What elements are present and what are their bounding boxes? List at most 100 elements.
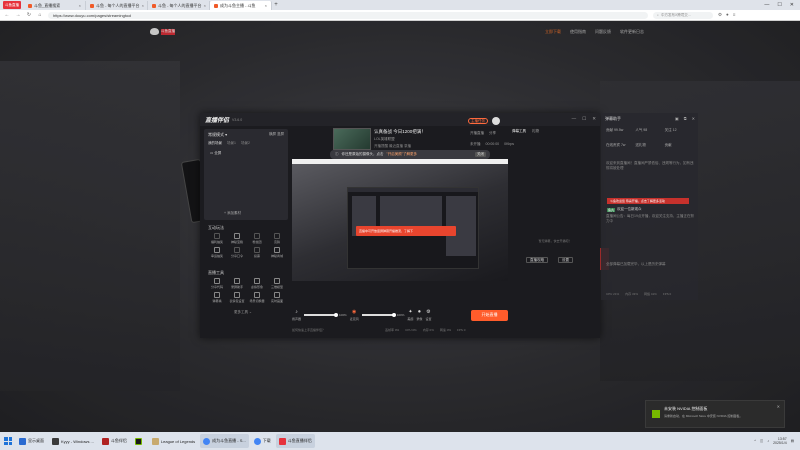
mic-slider-knob[interactable] xyxy=(391,312,396,317)
tab-gifts[interactable]: 礼物 xyxy=(532,129,539,134)
beauty-button[interactable]: ✦ 美颜 xyxy=(407,309,413,321)
chevron-up-icon[interactable]: ^ xyxy=(754,439,756,443)
mic-control[interactable]: ◉ 麦克风 xyxy=(350,309,359,321)
app-icon xyxy=(134,437,142,445)
minimize-icon[interactable]: — xyxy=(764,2,769,8)
browser-tab-3[interactable]: 斗鱼 - 每个人的直播平台 × xyxy=(148,1,210,10)
close-icon[interactable]: ✕ xyxy=(790,2,794,8)
link-icon[interactable]: ⧉ xyxy=(684,116,687,121)
app-maximize-icon[interactable]: ☐ xyxy=(582,116,586,122)
taskbar-item-app[interactable] xyxy=(132,434,147,448)
interaction-share-code[interactable]: 分享口令 xyxy=(227,247,247,258)
taskbar-item-downloads[interactable]: 下载 xyxy=(251,434,274,448)
tab-danmaku[interactable]: 弹幕工具 xyxy=(512,129,526,134)
tool-emoji[interactable]: 表情包设置 xyxy=(227,292,247,303)
preview-canvas[interactable]: 直播中可开放竖屏弹幕开播推流，了解下 xyxy=(292,159,508,281)
warning-link[interactable]: "开启美颜"了解更多 xyxy=(387,152,418,157)
danmaku-settings-button[interactable]: 设置 xyxy=(558,257,573,263)
tool-share-code[interactable]: 分享代码 xyxy=(207,278,227,289)
interaction-box[interactable]: 神秘宝箱 xyxy=(227,233,247,244)
stat-share[interactable]: 分享 xyxy=(489,131,496,136)
interaction-fans[interactable]: 粉丝团 xyxy=(247,233,267,244)
chrome-icon xyxy=(253,437,261,445)
help-link[interactable]: 如何快速上手直播伴侣？ xyxy=(292,328,325,332)
menu-icon[interactable]: ≡ xyxy=(733,12,736,18)
close-icon[interactable]: ✕ xyxy=(777,404,780,409)
orientation-toggle[interactable]: 横屏 竖屏 xyxy=(269,132,284,137)
taskbar-item-explorer[interactable]: Kyyy - Windows ... xyxy=(49,434,97,448)
forward-icon[interactable]: → xyxy=(15,12,21,18)
room-category[interactable]: LOL英雄联盟 xyxy=(374,137,395,142)
nvidia-notification[interactable]: 未安装 NVIDIA 控制面板 请重新启动，在 Microsoft Store … xyxy=(645,400,785,428)
taskbar-item-lol[interactable]: League of Legends xyxy=(149,434,198,448)
app-close-icon[interactable]: ✕ xyxy=(592,116,596,122)
warning-close-button[interactable]: 关闭 xyxy=(475,152,486,157)
room-cover[interactable] xyxy=(333,128,371,150)
maximize-icon[interactable]: ☐ xyxy=(777,2,781,8)
clock[interactable]: 13:57 2025/1/4 xyxy=(773,437,787,446)
tool-scene-switch[interactable]: 场景切换器 xyxy=(247,292,267,303)
settings-button[interactable]: ⚙ 设置 xyxy=(425,309,431,321)
stat-open[interactable]: 开播直播 xyxy=(470,131,484,136)
mic-slider[interactable] xyxy=(361,312,396,317)
browser-tab-2[interactable]: 斗鱼 - 每个人的直播平台 × xyxy=(86,1,148,10)
close-tab-icon[interactable]: × xyxy=(204,3,206,8)
browser-tab-4[interactable]: 成为斗鱼主播 - 斗鱼 × xyxy=(210,1,272,10)
interaction-mall[interactable]: 神秘商城 xyxy=(267,247,287,258)
close-icon[interactable]: ✕ xyxy=(692,116,695,121)
room-title[interactable]: 认真备战 今日1200把满！ xyxy=(374,129,426,135)
interaction-guess[interactable]: 竞猜 xyxy=(267,233,287,244)
network-icon[interactable]: ◫ xyxy=(760,439,763,443)
new-tab-icon[interactable]: + xyxy=(272,2,280,8)
profile-icon[interactable]: ● xyxy=(726,12,729,18)
tool-live-view[interactable]: 实时画面 xyxy=(267,292,287,303)
taskbar-item-desktop[interactable]: 显示桌面 xyxy=(16,434,47,448)
wall-icon xyxy=(214,292,220,298)
interaction-lucky[interactable]: 幸运抽奖 xyxy=(207,247,227,258)
extensions-icon[interactable]: ⚙ xyxy=(718,12,722,18)
tool-recorder[interactable]: 录屏助手 xyxy=(227,278,247,289)
taskbar-item-douyu-tool[interactable]: 斗鱼伴侣 xyxy=(99,434,130,448)
close-tab-icon[interactable]: × xyxy=(142,3,144,8)
start-stream-button[interactable]: 开始直播 xyxy=(471,309,508,321)
browser-tab-1[interactable]: 斗鱼_直播搜索 × xyxy=(24,1,86,10)
speaker-slider[interactable] xyxy=(304,312,339,317)
tool-danmaku-wall[interactable]: 弹幕墙 xyxy=(207,292,227,303)
home-icon[interactable]: ⌂ xyxy=(37,12,43,18)
url-field[interactable]: https://www.douyu.com/pages/streamingtoo… xyxy=(48,11,648,19)
reload-icon[interactable]: ↻ xyxy=(26,12,32,18)
more-tools-button[interactable]: 更多工具 ⌄ xyxy=(234,310,252,315)
speaker-slider-knob[interactable] xyxy=(334,312,339,317)
record-button[interactable]: ⏺ 录像 xyxy=(416,309,422,321)
taskbar-item-douyu-companion[interactable]: 斗鱼直播伴侣 xyxy=(275,434,315,448)
speaker-control[interactable]: ♪ 扬声器 xyxy=(292,309,301,321)
scene-mode-select[interactable]: 常规模式 ▾ xyxy=(208,132,227,138)
close-tab-icon[interactable]: × xyxy=(79,3,81,8)
interaction-lottery[interactable]: 福利抽奖 xyxy=(207,233,227,244)
task-button[interactable]: 主播任务 xyxy=(468,118,488,124)
tab-scene-2[interactable]: 场景2 xyxy=(241,141,250,146)
tab-scene-1[interactable]: 场景1 xyxy=(227,141,236,146)
add-source-button[interactable]: + 添加素材 xyxy=(224,211,241,216)
volume-icon[interactable]: ♪ xyxy=(767,439,769,443)
source-item[interactable]: ▭ 全屏 xyxy=(210,151,221,156)
stat-vip: 在线贵宾 7w xyxy=(606,143,626,147)
back-icon[interactable]: ← xyxy=(4,12,10,18)
notification-icon[interactable]: ▤ xyxy=(791,439,794,443)
tool-avatar[interactable]: 虚拟形象 xyxy=(247,278,267,289)
settings-label: 设置 xyxy=(425,317,432,321)
taskbar-item-browser[interactable]: 成为斗鱼直播 - S... xyxy=(200,434,249,448)
chat-highlight[interactable]: 斗鱼欢迎您 恭喜开播，点击了解更多活动 xyxy=(607,198,689,204)
tool-3d[interactable]: 三维模型 xyxy=(267,278,287,289)
interaction-vote[interactable]: 投票 xyxy=(247,247,267,258)
tab-my-scene[interactable]: 我的场景 xyxy=(208,141,222,146)
avatar[interactable] xyxy=(492,117,500,125)
scene-panel: 常规模式 ▾ 横屏 竖屏 我的场景 场景1 场景2 ▭ 全屏 + 添加素材 xyxy=(204,129,288,220)
browser-search-input[interactable]: ⌕ 中方发布X跨境交... xyxy=(653,11,713,19)
more-tools-label: 更多工具 xyxy=(234,310,248,314)
guide-button[interactable]: 直播攻略 xyxy=(526,257,548,263)
windows-start-icon[interactable] xyxy=(2,435,14,447)
save-icon[interactable]: ▣ xyxy=(675,116,679,121)
close-tab-icon[interactable]: × xyxy=(265,3,267,8)
app-minimize-icon[interactable]: — xyxy=(572,116,577,122)
